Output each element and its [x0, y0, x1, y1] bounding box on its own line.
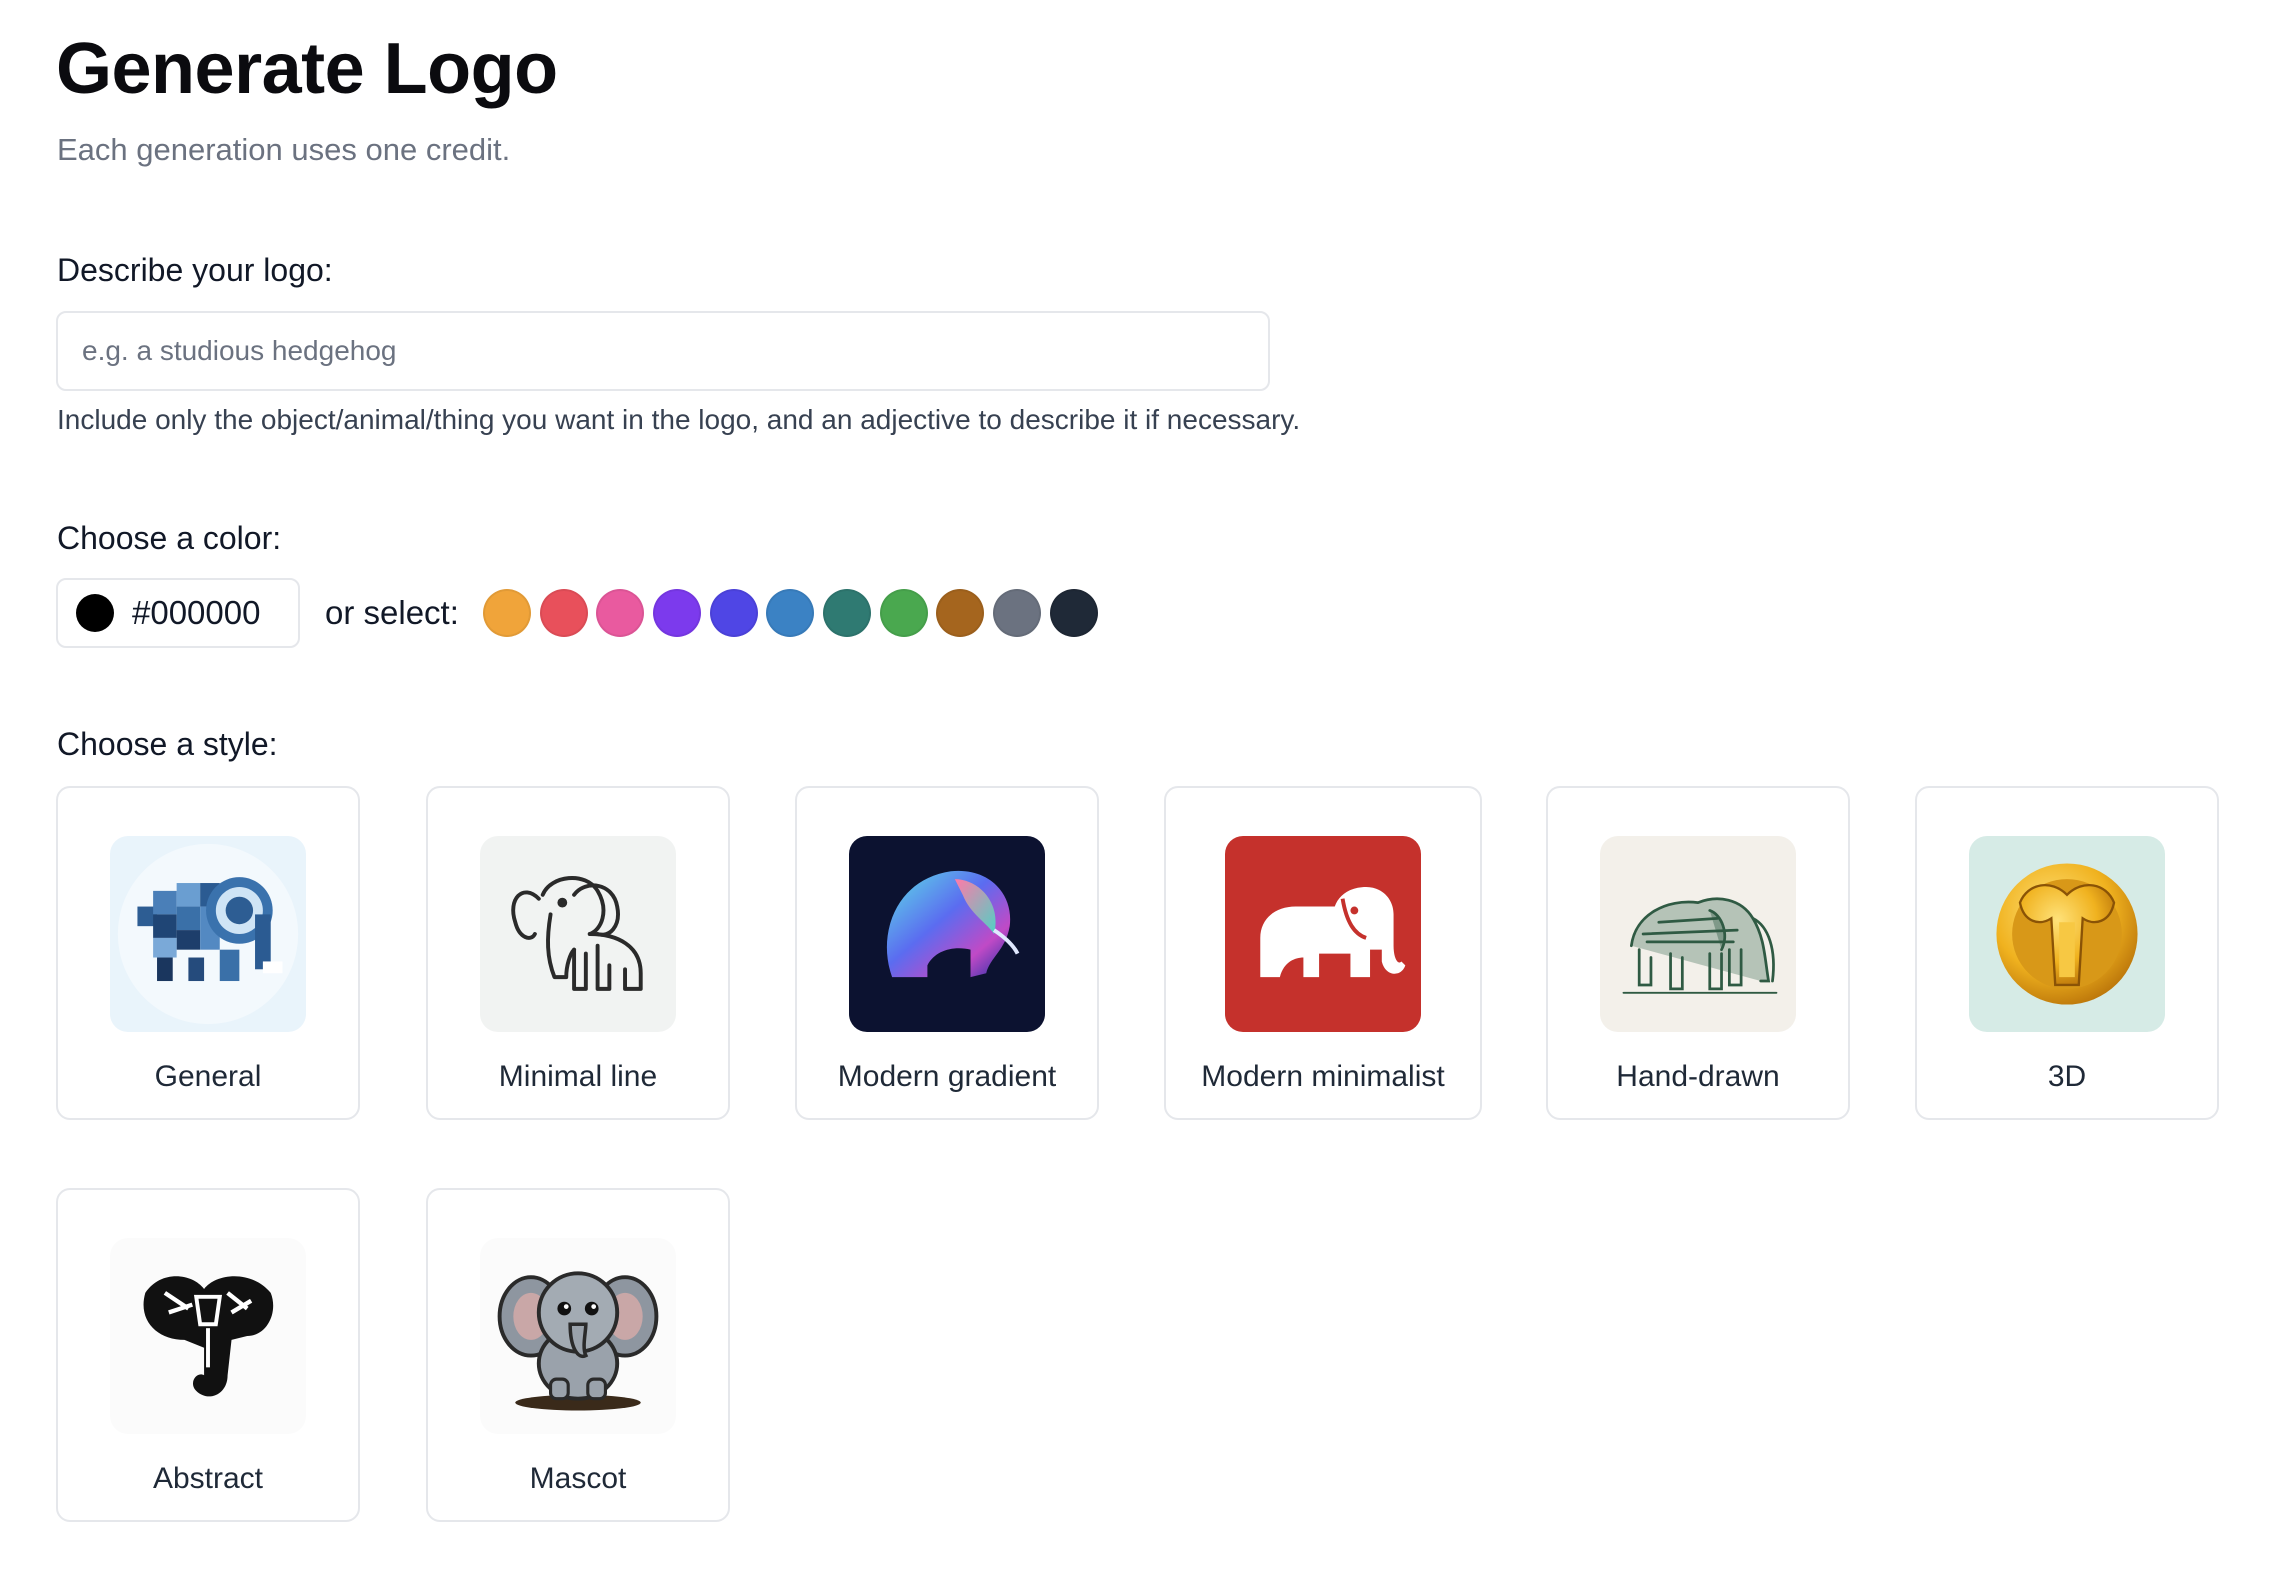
minimalist-elephant-icon	[1225, 836, 1421, 1032]
style-card-general[interactable]: General	[56, 786, 360, 1120]
style-card-abstract[interactable]: Abstract	[56, 1188, 360, 1522]
color-swatch-green[interactable]	[879, 589, 928, 637]
color-swatch-purple[interactable]	[652, 589, 701, 637]
sketch-elephant-icon	[1600, 836, 1796, 1032]
style-label-minimal-line: Minimal line	[498, 1060, 658, 1093]
color-swatch-orange[interactable]	[482, 589, 531, 637]
style-card-modern-minimalist[interactable]: Modern minimalist	[1164, 786, 1482, 1120]
line-elephant-icon	[480, 836, 676, 1032]
color-swatch-brown[interactable]	[936, 589, 985, 637]
current-color-swatch[interactable]	[76, 594, 114, 632]
style-label-mascot: Mascot	[529, 1462, 627, 1495]
style-card-modern-gradient[interactable]: Modern gradient	[795, 786, 1099, 1120]
page-subtitle: Each generation uses one credit.	[57, 132, 511, 167]
or-select-label: or select:	[325, 594, 459, 631]
color-swatch-dark[interactable]	[1049, 589, 1098, 637]
style-label-abstract: Abstract	[152, 1462, 264, 1495]
style-label: Choose a style:	[57, 726, 278, 762]
pixel-elephant-icon	[110, 836, 306, 1032]
style-label-3d: 3D	[2047, 1060, 2087, 1093]
color-swatch-teal[interactable]	[823, 589, 872, 637]
style-card-minimal-line[interactable]: Minimal line	[426, 786, 730, 1120]
style-card-mascot[interactable]: Mascot	[426, 1188, 730, 1522]
color-row: #000000 or select:	[56, 578, 1106, 648]
logo-description-input[interactable]	[56, 311, 1270, 391]
color-swatch-gray[interactable]	[993, 589, 1042, 637]
style-label-hand-drawn: Hand-drawn	[1616, 1060, 1780, 1093]
color-swatch-pink[interactable]	[596, 589, 645, 637]
gradient-elephant-icon	[849, 836, 1045, 1032]
color-hex-value: #000000	[132, 594, 261, 631]
describe-helper-text: Include only the object/animal/thing you…	[57, 404, 1301, 435]
3d-elephant-icon	[1969, 836, 2165, 1032]
generate-logo-page: Generate Logo Each generation uses one c…	[0, 0, 2292, 1576]
color-swatch-list	[482, 589, 1107, 637]
color-swatch-blue[interactable]	[766, 589, 815, 637]
describe-label: Describe your logo:	[57, 252, 333, 288]
style-card-3d[interactable]: 3D	[1915, 786, 2219, 1120]
abstract-elephant-icon	[110, 1238, 306, 1434]
style-label-modern-minimalist: Modern minimalist	[1201, 1060, 1445, 1093]
color-label: Choose a color:	[57, 520, 282, 556]
mascot-elephant-icon	[480, 1238, 676, 1434]
page-title: Generate Logo	[56, 29, 558, 109]
color-swatch-indigo[interactable]	[709, 589, 758, 637]
color-picker[interactable]: #000000	[56, 578, 300, 648]
style-card-hand-drawn[interactable]: Hand-drawn	[1546, 786, 1850, 1120]
style-label-general: General	[154, 1060, 262, 1093]
color-swatch-red[interactable]	[539, 589, 588, 637]
style-label-modern-gradient: Modern gradient	[837, 1060, 1057, 1093]
